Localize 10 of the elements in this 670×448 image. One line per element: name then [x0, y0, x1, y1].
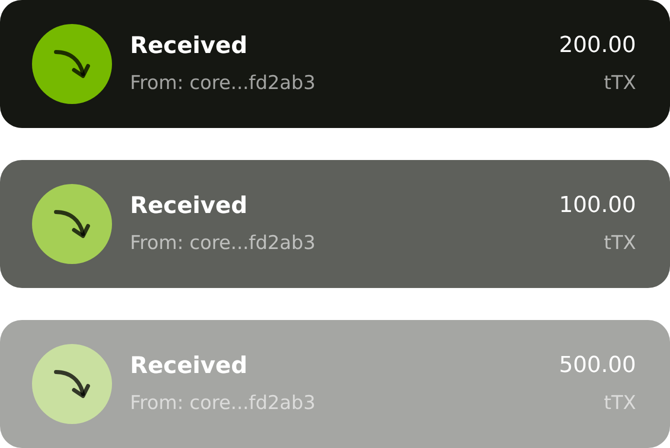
sender-address: From: core...fd2ab3 [130, 71, 316, 96]
transaction-title: Received [130, 192, 248, 220]
sender-address: From: core...fd2ab3 [130, 231, 316, 256]
transaction-title: Received [130, 32, 248, 60]
currency-unit: tTX [604, 231, 636, 256]
amount: 500.00 [559, 352, 636, 380]
currency-unit: tTX [604, 71, 636, 96]
amount: 100.00 [559, 192, 636, 220]
amount: 200.00 [559, 32, 636, 60]
transaction-title: Received [130, 352, 248, 380]
